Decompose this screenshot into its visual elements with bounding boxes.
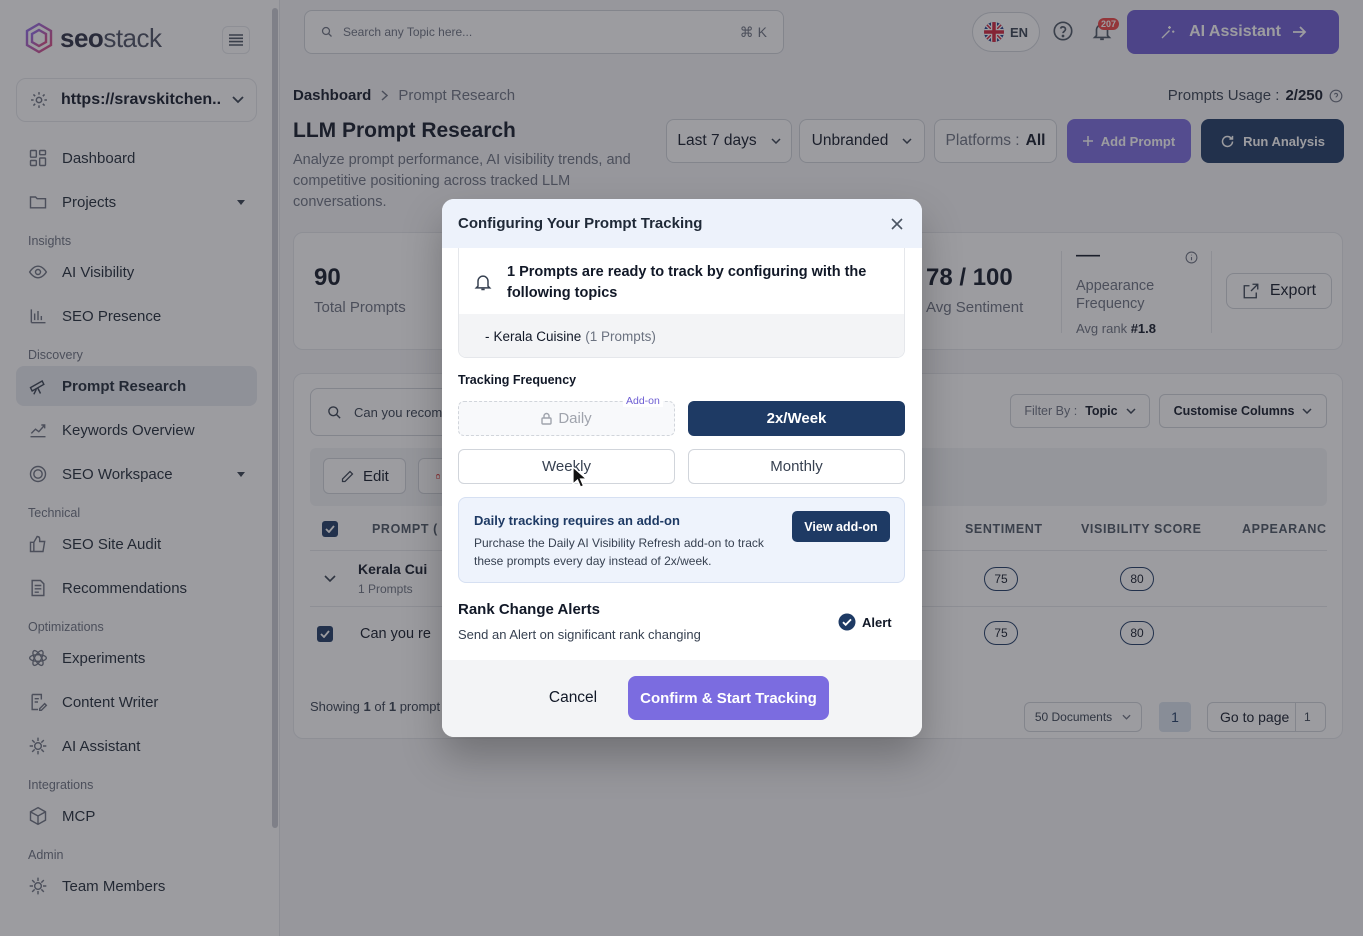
modal-footer: Cancel Confirm & Start Tracking (442, 660, 922, 737)
frequency-monthly-option[interactable]: Monthly (688, 449, 905, 484)
topic-name: Kerala Cuisine (493, 328, 582, 344)
topic-list-item: - Kerala Cuisine (1 Prompts) (459, 314, 904, 357)
frequency-weekly-option[interactable]: Weekly (458, 449, 675, 484)
topic-bullet: - (485, 328, 490, 344)
ready-message-text: 1 Prompts are ready to track by configur… (507, 264, 867, 301)
bell-icon (474, 275, 492, 291)
frequency-2x-week-option[interactable]: 2x/Week (688, 401, 905, 436)
modal-title: Configuring Your Prompt Tracking (458, 215, 703, 232)
alert-label: Alert (862, 614, 892, 630)
tracking-config-modal: Configuring Your Prompt Tracking 1 Promp… (442, 199, 922, 737)
mouse-cursor-icon (572, 466, 589, 488)
alert-checkbox[interactable]: Alert (838, 613, 892, 631)
rank-alerts-title: Rank Change Alerts (458, 601, 600, 618)
addon-tag: Add-on (623, 395, 663, 407)
rank-alerts-description: Send an Alert on significant rank changi… (458, 627, 701, 642)
frequency-daily-label: Daily (558, 410, 592, 427)
tracking-frequency-label: Tracking Frequency (458, 373, 577, 387)
check-circle-icon (838, 613, 856, 631)
ready-message: 1 Prompts are ready to track by configur… (459, 248, 904, 314)
addon-info-box: Daily tracking requires an add-on Purcha… (458, 497, 905, 583)
modal-header: Configuring Your Prompt Tracking (442, 199, 922, 248)
topic-count: (1 Prompts) (585, 328, 656, 344)
frequency-2x-week-label: 2x/Week (766, 410, 827, 427)
confirm-start-tracking-button[interactable]: Confirm & Start Tracking (628, 676, 829, 720)
addon-info-text: Purchase the Daily AI Visibility Refresh… (474, 536, 764, 568)
close-icon[interactable] (888, 215, 906, 233)
topics-summary: 1 Prompts are ready to track by configur… (458, 248, 905, 358)
addon-info-title: Daily tracking requires an add-on (474, 513, 680, 528)
frequency-monthly-label: Monthly (770, 458, 823, 475)
lock-icon (541, 412, 553, 425)
view-addon-button[interactable]: View add-on (792, 511, 890, 542)
cancel-button[interactable]: Cancel (534, 676, 612, 720)
